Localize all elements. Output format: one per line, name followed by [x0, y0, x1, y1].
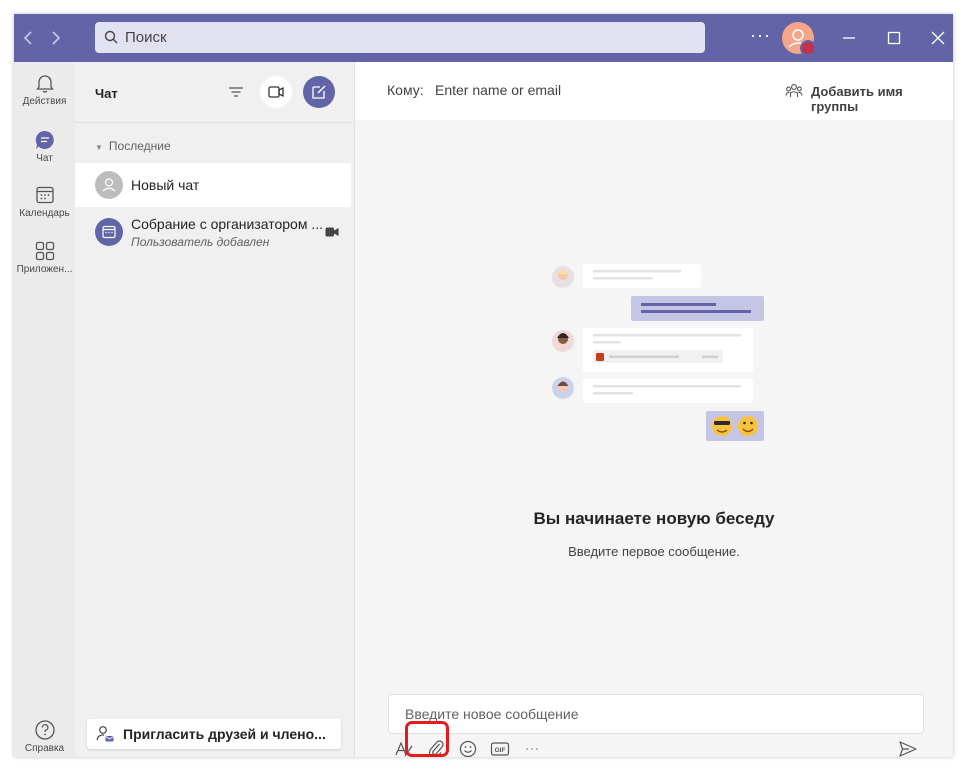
app-rail: Действия Чат Календарь Приложен... Справ… [14, 62, 75, 757]
gif-label: GIF [495, 747, 506, 754]
chat-name: Новый чат [131, 177, 200, 193]
maximize-button[interactable] [882, 26, 906, 50]
attach-highlight-frame [405, 721, 449, 757]
rail-item-label: Действия [22, 96, 67, 107]
message-input[interactable]: Введите новое сообщение [388, 694, 924, 734]
chat-item-new[interactable]: Новый чат [75, 163, 351, 207]
gif-icon: GIF [490, 742, 510, 756]
video-camera-icon [325, 227, 339, 237]
status-badge [800, 40, 816, 56]
back-arrow-icon[interactable] [19, 28, 39, 48]
teams-window: Поиск ··· Действия Чат Календарь Приложе… [14, 14, 953, 757]
chat-list-header: Чат [75, 62, 354, 123]
rail-item-help[interactable]: Справка [14, 719, 75, 754]
rail-item-calendar[interactable]: Календарь [14, 184, 75, 219]
search-icon [104, 30, 118, 44]
chat-icon [35, 130, 54, 149]
filter-icon [229, 87, 243, 97]
smiley-icon [459, 740, 477, 757]
close-icon [931, 31, 945, 45]
chat-name: Собрание с организатором ... [131, 216, 324, 232]
sent-bubble-illustration [631, 296, 764, 321]
title-bar: Поиск ··· [14, 14, 953, 62]
person-icon [102, 178, 116, 192]
invite-friends-button[interactable]: Пригласить друзей и члено... [87, 719, 341, 749]
minimize-icon [843, 37, 855, 39]
meeting-calendar-icon [102, 225, 116, 239]
conversation-subtitle: Введите первое сообщение. [568, 544, 740, 559]
filter-button[interactable] [220, 76, 252, 108]
maximize-icon [887, 31, 901, 45]
rail-item-label: Справка [24, 743, 65, 754]
conversation-title: Вы начинаете новую беседу [533, 509, 775, 528]
chat-item-meeting[interactable]: Собрание с организатором ... Пользовател… [75, 210, 351, 254]
rail-item-activity[interactable]: Действия [14, 72, 75, 107]
help-icon [34, 720, 55, 740]
close-button[interactable] [926, 26, 950, 50]
more-options-button[interactable]: ··· [750, 25, 771, 46]
new-conversation-illustration [552, 264, 764, 441]
gif-button[interactable]: GIF [489, 738, 511, 757]
to-label: Кому: [387, 82, 424, 98]
chat-list-title: Чат [95, 86, 118, 101]
invite-person-icon [96, 726, 114, 742]
video-call-icon [268, 86, 284, 98]
add-group-name-button[interactable]: Добавить имя группы [811, 84, 953, 114]
send-icon [899, 741, 917, 757]
more-tools-button[interactable] [521, 738, 543, 757]
rail-item-label: Календарь [19, 208, 70, 219]
avatar [95, 171, 123, 199]
compose-icon [312, 85, 326, 99]
invite-label: Пригласить друзей и члено... [123, 726, 326, 742]
search-input[interactable]: Поиск [95, 22, 705, 53]
search-placeholder: Поиск [125, 29, 167, 46]
forward-arrow-icon[interactable] [45, 28, 65, 48]
bell-icon [35, 75, 54, 93]
avatar [95, 218, 123, 246]
message-placeholder: Введите новое сообщение [405, 706, 579, 722]
rail-item-chat[interactable]: Чат [14, 129, 75, 164]
calendar-icon [35, 186, 54, 204]
new-chat-button[interactable] [303, 76, 335, 108]
chat-list-panel: Чат ▼ Последние Новый чат Собрание с орг… [75, 62, 355, 757]
rail-item-label: Чат [36, 153, 53, 164]
group-icon [785, 84, 803, 97]
to-bar: Кому: Enter name or email Добавить имя г… [355, 62, 953, 120]
minimize-button[interactable] [837, 26, 861, 50]
recipient-input[interactable]: Enter name or email [435, 82, 561, 98]
more-dots-icon [526, 748, 538, 750]
send-button[interactable] [897, 738, 919, 757]
chat-subtitle: Пользователь добавлен [131, 235, 270, 249]
conversation-area: Кому: Enter name or email Добавить имя г… [355, 62, 953, 757]
section-recent[interactable]: ▼ Последние [95, 139, 171, 153]
rail-item-label: Приложен... [16, 264, 73, 275]
emoji-button[interactable] [457, 738, 479, 757]
profile-avatar[interactable] [782, 22, 816, 56]
collapse-triangle-icon: ▼ [95, 143, 103, 152]
apps-icon [35, 241, 54, 261]
section-recent-label: Последние [108, 139, 171, 153]
meet-now-button[interactable] [260, 76, 292, 108]
rail-item-apps[interactable]: Приложен... [14, 240, 75, 275]
